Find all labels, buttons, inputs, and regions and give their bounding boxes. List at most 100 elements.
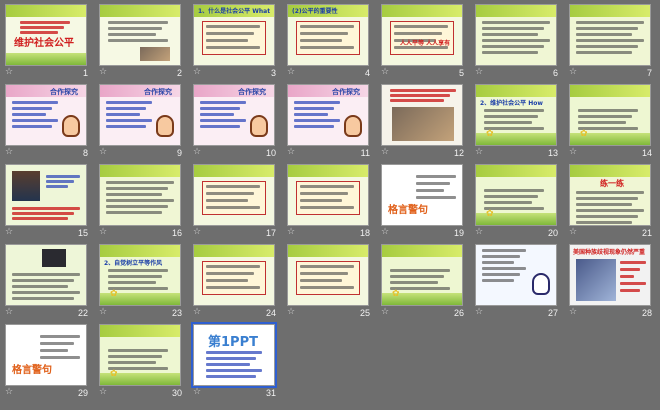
slide-thumbnail-30[interactable]: ✿ ☆ 30: [96, 322, 190, 402]
slide-thumbnail-28[interactable]: 美国种族歧视现象仍然严重 ☆ 28: [566, 242, 660, 322]
flower-icon: ✿: [486, 209, 494, 219]
text-line: [576, 221, 632, 224]
photo: [140, 47, 170, 61]
slide-thumbnail-20[interactable]: ✿ ☆ 20: [472, 162, 566, 242]
text-line: [106, 101, 152, 104]
slide-preview[interactable]: 格言警句: [5, 324, 87, 386]
slide-number: 9: [176, 148, 182, 158]
slide-preview[interactable]: 美国种族歧视现象仍然严重: [569, 244, 651, 306]
slide-preview[interactable]: ✿: [99, 324, 181, 386]
slide-number: 19: [453, 228, 464, 238]
slide-number: 21: [641, 228, 652, 238]
slide-preview[interactable]: [193, 164, 275, 226]
slide-preview[interactable]: (2)公平的重要性: [287, 4, 369, 66]
slide-preview[interactable]: 合作探究: [287, 84, 369, 146]
slide-preview[interactable]: 格言警句: [381, 164, 463, 226]
slide-preview[interactable]: 第1PPT: [191, 322, 277, 388]
slide-heading: 2、自觉树立平等作风: [104, 260, 163, 267]
slide-preview[interactable]: 合作探究: [193, 84, 275, 146]
slide-thumbnail-27[interactable]: ☆ 27: [472, 242, 566, 322]
slide-thumbnail-23[interactable]: 2、自觉树立平等作风 ✿ ☆ 23: [96, 242, 190, 322]
slide-thumbnail-12[interactable]: ☆ 12: [378, 82, 472, 162]
slide-preview[interactable]: [569, 4, 651, 66]
slide-preview[interactable]: 练一练: [569, 164, 651, 226]
slide-thumbnail-5[interactable]: 人人平等 人人享有 ☆ 5: [378, 2, 472, 82]
slide-thumbnail-14[interactable]: ✿ ☆ 14: [566, 82, 660, 162]
slide-thumbnail-16[interactable]: ☆ 16: [96, 162, 190, 242]
text-line: [46, 175, 80, 178]
text-line: [108, 27, 162, 30]
text-line: [200, 113, 234, 116]
slide-transition-icon: ☆: [287, 67, 296, 77]
slide-preview[interactable]: 合作探究: [5, 84, 87, 146]
slide-thumbnail-22[interactable]: ☆ 22: [2, 242, 96, 322]
slide-transition-icon: ☆: [287, 307, 296, 317]
slide-thumbnail-6[interactable]: ☆ 6: [472, 2, 566, 82]
flower-icon: ✿: [110, 369, 118, 379]
slide-thumbnail-10[interactable]: 合作探究 ☆ 10: [190, 82, 284, 162]
slide-thumbnail-9[interactable]: 合作探究 ☆ 9: [96, 82, 190, 162]
slide-transition-icon: ☆: [99, 307, 108, 317]
slide-thumbnail-18[interactable]: ☆ 18: [284, 162, 378, 242]
text-line: [12, 297, 74, 300]
slide-preview[interactable]: ✿: [475, 164, 557, 226]
logo-text: 第1PPT: [208, 335, 258, 350]
slide-thumbnail-17[interactable]: ☆ 17: [190, 162, 284, 242]
slide-preview[interactable]: [287, 164, 369, 226]
slide-thumbnail-21[interactable]: 练一练 ☆ 21: [566, 162, 660, 242]
text-line: [394, 25, 448, 28]
text-line: [106, 107, 146, 110]
slide-preview[interactable]: 合作探究: [99, 84, 181, 146]
slide-thumbnail-2[interactable]: ☆ 2: [96, 2, 190, 82]
slide-preview[interactable]: 人人平等 人人享有: [381, 4, 463, 66]
slide-preview[interactable]: ✿: [569, 84, 651, 146]
slide-preview[interactable]: [5, 244, 87, 306]
slide-number: 11: [360, 148, 370, 158]
slide-thumbnail-25[interactable]: ☆ 25: [284, 242, 378, 322]
slide-preview[interactable]: [475, 244, 557, 306]
slide-preview[interactable]: 维护社会公平: [5, 4, 87, 66]
text-line: [620, 282, 646, 285]
text-line: [576, 51, 632, 54]
slide-thumbnail-24[interactable]: ☆ 24: [190, 242, 284, 322]
slide-thumbnail-3[interactable]: 1、什么是社会公平 What ☆ 3: [190, 2, 284, 82]
slide-thumbnail-7[interactable]: ☆ 7: [566, 2, 660, 82]
text-line: [106, 119, 152, 122]
text-line: [108, 275, 162, 278]
note-text: 人人平等 人人享有: [400, 40, 451, 47]
slide-preview[interactable]: [193, 244, 275, 306]
header-band: [194, 165, 274, 177]
slide-thumbnail-26[interactable]: ✿ ☆ 26: [378, 242, 472, 322]
slide-number: 28: [641, 308, 652, 318]
slide-thumbnail-1[interactable]: 维护社会公平 ☆ 1: [2, 2, 96, 82]
text-line: [294, 119, 340, 122]
slide-preview[interactable]: 2、维护社会公平 How ✿: [475, 84, 557, 146]
slide-thumbnail-19[interactable]: 格言警句 ☆ 19: [378, 162, 472, 242]
slide-preview[interactable]: [381, 84, 463, 146]
slide-preview[interactable]: ✿: [381, 244, 463, 306]
slide-preview[interactable]: 1、什么是社会公平 What: [193, 4, 275, 66]
slide-thumbnail-4[interactable]: (2)公平的重要性 ☆ 4: [284, 2, 378, 82]
text-line: [300, 265, 354, 268]
slide-preview[interactable]: [99, 164, 181, 226]
text-line: [416, 182, 450, 185]
slide-transition-icon: ☆: [193, 147, 202, 157]
slide-transition-icon: ☆: [193, 307, 202, 317]
text-line: [12, 212, 74, 215]
slide-number: 23: [171, 308, 182, 318]
slide-thumbnail-15[interactable]: ☆ 15: [2, 162, 96, 242]
slide-preview[interactable]: [99, 4, 181, 66]
text-line: [106, 113, 140, 116]
text-line: [482, 27, 544, 30]
slide-thumbnail-8[interactable]: 合作探究 ☆ 8: [2, 82, 96, 162]
slide-thumbnail-31[interactable]: 第1PPT ☆ 31: [190, 322, 284, 402]
header-band: [288, 165, 368, 177]
slide-preview[interactable]: 2、自觉树立平等作风 ✿: [99, 244, 181, 306]
text-line: [294, 125, 334, 128]
slide-thumbnail-29[interactable]: 格言警句 ☆ 29: [2, 322, 96, 402]
slide-preview[interactable]: [287, 244, 369, 306]
slide-thumbnail-13[interactable]: 2、维护社会公平 How ✿ ☆ 13: [472, 82, 566, 162]
slide-preview[interactable]: [5, 164, 87, 226]
slide-thumbnail-11[interactable]: 合作探究 ☆ 11: [284, 82, 378, 162]
slide-preview[interactable]: [475, 4, 557, 66]
